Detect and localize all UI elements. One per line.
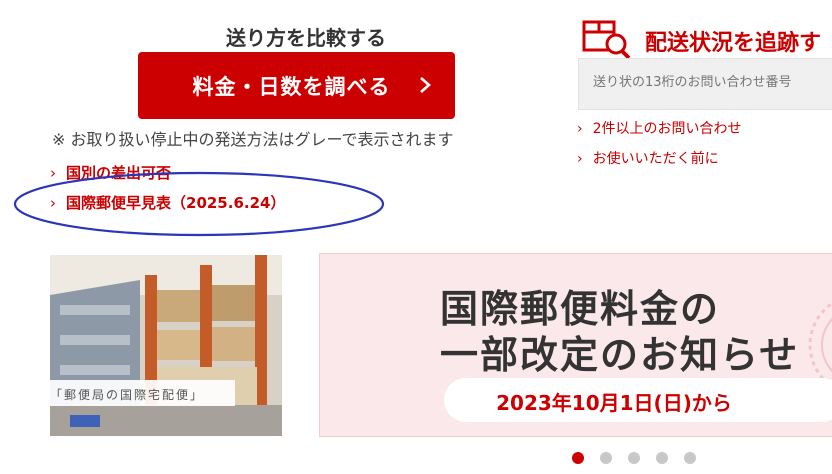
chevron-right-icon <box>420 77 431 93</box>
rate-search-button-label: 料金・日数を調べる <box>192 74 391 99</box>
package-tracking-icon <box>582 20 631 60</box>
warehouse-photo-banner[interactable]: 「郵便局の国際宅配便」 <box>50 255 282 436</box>
before-use-link-label: お使いいただく前に <box>592 151 719 167</box>
chevron-right-icon: › <box>50 194 56 212</box>
rate-revision-banner[interactable]: 国際郵便料金の 一部改定のお知らせ 2023年10月1日(日)から <box>319 253 832 437</box>
carousel-dot[interactable] <box>684 452 696 464</box>
carousel-dot[interactable] <box>572 452 584 464</box>
tracking-number-box <box>578 58 832 110</box>
multiple-inquiry-link-label: 2件以上のお問い合わせ <box>592 121 742 137</box>
banner-effective-date: 2023年10月1日(日)から <box>444 378 832 422</box>
country-availability-link-label: 国別の差出可否 <box>66 164 172 182</box>
chevron-right-icon: › <box>577 121 583 137</box>
carousel-dot[interactable] <box>628 452 640 464</box>
suspended-methods-notice: ※ お取り扱い停止中の発送方法はグレーで表示されます <box>52 130 454 149</box>
banner-headline-line2: 一部改定のお知らせ <box>440 333 800 377</box>
carousel-dot[interactable] <box>600 452 612 464</box>
warehouse-photo <box>50 255 282 436</box>
before-use-link[interactable]: › お使いいただく前に <box>577 148 719 168</box>
photo-banner-caption: 「郵便局の国際宅配便」 <box>50 380 235 406</box>
international-mail-quick-chart-link[interactable]: › 国際郵便早見表（2025.6.24） <box>50 192 285 213</box>
tracking-heading: 配送状況を追跡す <box>645 31 822 56</box>
compare-heading: 送り方を比較する <box>226 26 386 50</box>
chevron-right-icon: › <box>577 151 583 167</box>
carousel-dot[interactable] <box>656 452 668 464</box>
rate-search-button[interactable]: 料金・日数を調べる <box>138 52 455 119</box>
international-mail-quick-chart-link-label: 国際郵便早見表（2025.6.24） <box>66 194 286 212</box>
country-availability-link[interactable]: › 国別の差出可否 <box>50 162 171 183</box>
carousel-dots <box>572 452 696 464</box>
tracking-number-input[interactable] <box>593 75 832 90</box>
chevron-right-icon: › <box>50 164 56 182</box>
banner-effective-date-label: 2023年10月1日(日)から <box>496 391 732 415</box>
multiple-inquiry-link[interactable]: › 2件以上のお問い合わせ <box>577 118 742 138</box>
